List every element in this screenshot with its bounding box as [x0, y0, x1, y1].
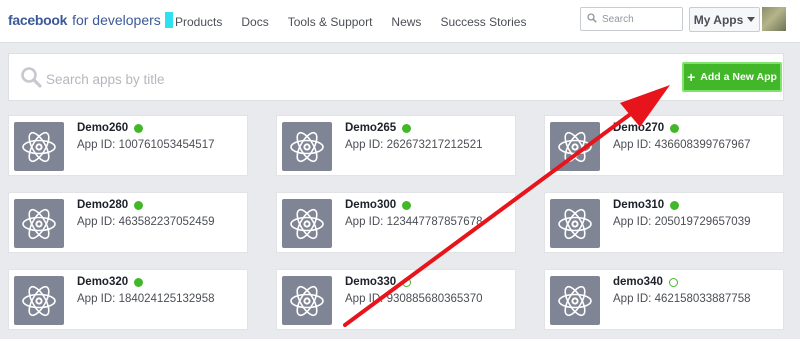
app-card[interactable]: Demo265 App ID: 262673217212521: [276, 115, 516, 176]
app-card[interactable]: Demo330 App ID: 930885680365370: [276, 269, 516, 330]
atom-icon[interactable]: [282, 122, 332, 171]
nav-item-news[interactable]: News: [391, 15, 421, 29]
app-card[interactable]: Demo310 App ID: 205019729657039: [544, 192, 784, 253]
app-id-value: 184024125132958: [118, 293, 215, 305]
app-id-row: App ID: 123447787857678: [345, 216, 483, 228]
app-name[interactable]: Demo280: [77, 199, 128, 211]
atom-icon[interactable]: [550, 276, 600, 325]
app-id-value: 100761053454517: [118, 139, 215, 151]
my-apps-label: My Apps: [693, 12, 744, 27]
app-name-row: Demo260: [77, 122, 144, 134]
app-name-row: Demo280: [77, 199, 144, 211]
atom-icon[interactable]: [282, 276, 332, 325]
app-id-value: 123447787857678: [386, 216, 483, 228]
brand-suffix: for developers: [72, 12, 161, 28]
app-id-row: App ID: 100761053454517: [77, 139, 215, 151]
top-navigation-bar: facebook for developers Products Docs To…: [0, 0, 800, 43]
my-apps-dropdown[interactable]: My Apps: [689, 7, 760, 32]
plus-icon: +: [687, 68, 696, 85]
app-search-input[interactable]: [46, 68, 446, 90]
app-id-value: 930885680365370: [386, 293, 483, 305]
atom-icon[interactable]: [550, 199, 600, 248]
status-dot: [670, 123, 680, 133]
nav-item-success-stories[interactable]: Success Stories: [440, 15, 526, 29]
add-new-app-label: Add a New App: [700, 71, 777, 83]
app-card[interactable]: Demo300 App ID: 123447787857678: [276, 192, 516, 253]
app-name[interactable]: Demo270: [613, 122, 664, 134]
nav-item-products[interactable]: Products: [175, 15, 222, 29]
app-name[interactable]: Demo260: [77, 122, 128, 134]
app-id-label: App ID:: [345, 139, 384, 151]
app-id-label: App ID:: [613, 293, 652, 305]
app-name-row: Demo310: [613, 199, 680, 211]
brand-logo[interactable]: facebook for developers: [8, 12, 173, 28]
app-id-value: 463582237052459: [118, 216, 215, 228]
app-name[interactable]: demo340: [613, 276, 663, 288]
app-name[interactable]: Demo320: [77, 276, 128, 288]
app-card[interactable]: demo340 App ID: 462158033887758: [544, 269, 784, 330]
app-name-row: Demo330: [345, 276, 412, 288]
app-id-row: App ID: 436608399767967: [613, 139, 751, 151]
status-dot: [402, 277, 412, 287]
text-cursor-highlight: [164, 12, 173, 28]
avatar[interactable]: [762, 7, 786, 31]
app-search-panel: + Add a New App: [8, 53, 784, 101]
app-id-row: App ID: 205019729657039: [613, 216, 751, 228]
app-name-row: Demo320: [77, 276, 144, 288]
status-dot: [134, 200, 144, 210]
search-icon: [587, 10, 597, 28]
app-id-value: 262673217212521: [386, 139, 483, 151]
app-card[interactable]: Demo320 App ID: 184024125132958: [8, 269, 248, 330]
app-id-label: App ID:: [77, 293, 116, 305]
app-card[interactable]: Demo270 App ID: 436608399767967: [544, 115, 784, 176]
app-id-label: App ID:: [345, 216, 384, 228]
brand-name: facebook: [8, 12, 68, 28]
atom-icon[interactable]: [282, 199, 332, 248]
add-new-app-button[interactable]: + Add a New App: [682, 62, 782, 92]
app-id-value: 436608399767967: [654, 139, 751, 151]
search-input[interactable]: [602, 13, 674, 25]
app-name[interactable]: Demo310: [613, 199, 664, 211]
status-dot: [134, 123, 144, 133]
status-dot: [402, 200, 412, 210]
atom-icon[interactable]: [550, 122, 600, 171]
app-name-row: demo340: [613, 276, 678, 288]
app-id-value: 205019729657039: [654, 216, 751, 228]
atom-icon[interactable]: [14, 122, 64, 171]
nav-item-docs[interactable]: Docs: [241, 15, 268, 29]
search-icon: [20, 66, 42, 93]
app-id-row: App ID: 930885680365370: [345, 293, 483, 305]
app-id-row: App ID: 463582237052459: [77, 216, 215, 228]
app-name-row: Demo270: [613, 122, 680, 134]
app-card[interactable]: Demo280 App ID: 463582237052459: [8, 192, 248, 253]
app-id-label: App ID:: [613, 216, 652, 228]
app-id-row: App ID: 262673217212521: [345, 139, 483, 151]
status-dot: [402, 123, 412, 133]
main-nav: Products Docs Tools & Support News Succe…: [175, 15, 545, 29]
app-id-label: App ID:: [613, 139, 652, 151]
app-name[interactable]: Demo300: [345, 199, 396, 211]
status-dot: [670, 200, 680, 210]
app-name-row: Demo265: [345, 122, 412, 134]
caret-down-icon: [747, 17, 756, 22]
site-search[interactable]: [580, 7, 683, 31]
app-name[interactable]: Demo330: [345, 276, 396, 288]
app-id-value: 462158033887758: [654, 293, 751, 305]
status-dot: [134, 277, 144, 287]
app-id-row: App ID: 184024125132958: [77, 293, 215, 305]
app-id-label: App ID:: [77, 216, 116, 228]
app-name[interactable]: Demo265: [345, 122, 396, 134]
nav-item-tools-support[interactable]: Tools & Support: [288, 15, 373, 29]
app-name-row: Demo300: [345, 199, 412, 211]
atom-icon[interactable]: [14, 276, 64, 325]
app-card[interactable]: Demo260 App ID: 100761053454517: [8, 115, 248, 176]
app-id-label: App ID:: [77, 139, 116, 151]
atom-icon[interactable]: [14, 199, 64, 248]
app-id-label: App ID:: [345, 293, 384, 305]
status-dot: [668, 277, 678, 287]
app-id-row: App ID: 462158033887758: [613, 293, 751, 305]
